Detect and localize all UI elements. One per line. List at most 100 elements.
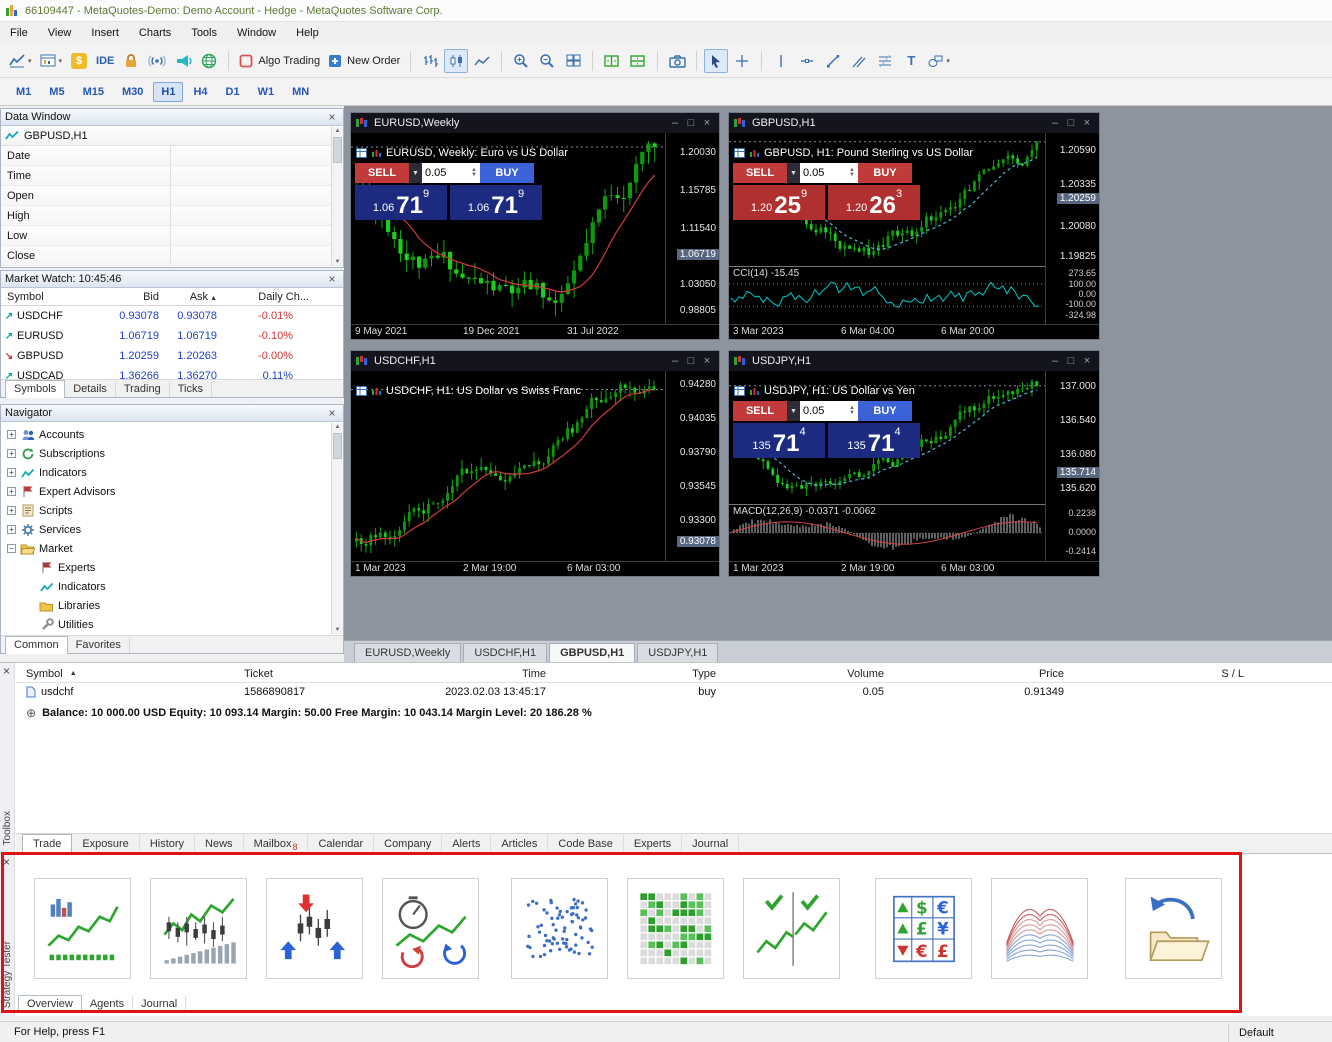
deposit-icon[interactable]: $ [67,49,91,73]
tester-tile-summary-chart[interactable] [34,878,131,979]
lot-size-input[interactable]: 0.05▲▼ [800,163,858,183]
maximize-button[interactable]: □ [683,117,699,129]
navigator-item-scripts[interactable]: + Scripts [1,501,343,520]
chart-tab-eurusd[interactable]: EURUSD,Weekly [354,643,461,662]
expand-icon[interactable]: + [7,468,16,477]
bid-price-display[interactable]: 1.06719 [355,185,447,220]
data-window-header[interactable]: Data Window × [1,109,343,126]
tf-h1[interactable]: H1 [153,82,183,102]
tab-overview[interactable]: Overview [18,995,82,1013]
tab-agents[interactable]: Agents [82,996,133,1012]
trendline-icon[interactable] [821,49,845,73]
tester-tile-speed-test[interactable] [382,878,479,979]
close-icon[interactable]: × [325,110,339,124]
tester-tile-open-report[interactable] [1125,878,1222,979]
open-position-row[interactable]: usdchf 1586890817 2023.02.03 13:45:17 bu… [16,683,1332,701]
chart-window-titlebar[interactable]: USDCHF,H1 – □ × [351,351,719,371]
menu-charts[interactable]: Charts [129,24,181,42]
tf-m1[interactable]: M1 [8,82,39,102]
scrollbar[interactable]: ▲▼ [331,423,343,634]
chart-window-usdchf[interactable]: USDCHF,H1 – □ × USDCHF, H1: US Dollar vs… [350,350,720,577]
order-dropdown-icon[interactable]: ▼ [787,163,800,183]
tf-d1[interactable]: D1 [218,82,248,102]
close-icon[interactable]: × [325,272,339,286]
close-icon[interactable]: × [325,406,339,420]
navigator-item-expert-advisors[interactable]: + Expert Advisors [1,482,343,501]
chart-window-titlebar[interactable]: EURUSD,Weekly – □ × [351,113,719,133]
market-watch-columns[interactable]: Symbol Bid Ask▲ Daily Ch... [1,288,343,306]
tab-trading[interactable]: Trading [116,381,170,397]
tab-news[interactable]: News [195,835,244,853]
ide-button[interactable]: IDE [93,49,117,73]
minimize-button[interactable]: – [667,117,683,129]
tester-tile-currency-matrix[interactable]: $€£¥€£ [875,878,972,979]
scrollbar[interactable]: ▲▼ [331,127,343,266]
bid-price-display[interactable]: 135714 [733,423,825,458]
fibonacci-icon[interactable] [873,49,897,73]
chart-tab-gbpusd[interactable]: GBPUSD,H1 [549,643,635,662]
expand-icon[interactable]: + [7,525,16,534]
profile-selector[interactable]: Default [1228,1024,1332,1042]
navigator-item-services[interactable]: + Services [1,520,343,539]
zoom-out-icon[interactable] [535,49,559,73]
candle-style-icon[interactable] [444,49,468,73]
navigator-header[interactable]: Navigator × [1,405,343,422]
buy-button[interactable]: BUY [858,163,912,183]
signal-icon[interactable] [145,49,169,73]
menu-tools[interactable]: Tools [181,24,227,42]
window-titlebar[interactable]: 66109447 - MetaQuotes-Demo: Demo Account… [0,0,1332,22]
tf-mn[interactable]: MN [284,82,317,102]
expand-icon[interactable]: + [7,449,16,458]
menu-view[interactable]: View [38,24,82,42]
maximize-button[interactable]: □ [683,355,699,367]
buy-button[interactable]: BUY [480,163,534,183]
tester-tile-surface-3d[interactable] [991,878,1088,979]
expand-circle-icon[interactable]: ⊕ [26,706,36,720]
lot-size-input[interactable]: 0.05▲▼ [800,401,858,421]
menu-window[interactable]: Window [227,24,286,42]
tester-tile-scatter-plot[interactable] [511,878,608,979]
menu-help[interactable]: Help [286,24,329,42]
arrange-horizontal-icon[interactable] [600,49,624,73]
tester-tile-trade-arrows[interactable] [266,878,363,979]
lot-size-input[interactable]: 0.05▲▼ [422,163,480,183]
navigator-item-experts[interactable]: Experts [1,558,343,577]
sell-button[interactable]: SELL [733,163,787,183]
lock-icon[interactable] [119,49,143,73]
tab-favorites[interactable]: Favorites [68,637,130,653]
tab-mailbox[interactable]: Mailbox8 [244,835,309,853]
chart-window-eurusd[interactable]: EURUSD,Weekly – □ × EURUSD, Weekly: Euro… [350,112,720,340]
channel-icon[interactable] [847,49,871,73]
menu-insert[interactable]: Insert [81,24,129,42]
ask-price-display[interactable]: 1.20263 [828,185,920,220]
tab-journal[interactable]: Journal [682,835,739,853]
shapes-icon[interactable]: ▾ [925,49,953,73]
tab-codebase[interactable]: Code Base [548,835,623,853]
minimize-button[interactable]: – [1047,355,1063,367]
expand-icon[interactable]: + [7,487,16,496]
maximize-button[interactable]: □ [1063,117,1079,129]
text-tool-icon[interactable]: T [899,49,923,73]
data-window-symbol-row[interactable]: GBPUSD,H1 [1,126,343,146]
zoom-in-icon[interactable] [509,49,533,73]
chart-plot[interactable]: USDCHF, H1: US Dollar vs Swiss Franc [351,371,666,561]
profile-window-icon[interactable]: ▾ [37,49,66,73]
tile-windows-icon[interactable] [561,49,585,73]
bar-style-icon[interactable] [418,49,442,73]
navigator-item-accounts[interactable]: + Accounts [1,425,343,444]
chart-style-icon[interactable]: ▾ [6,49,35,73]
minimize-button[interactable]: – [1047,117,1063,129]
chart-plot[interactable]: MACD(12,26,9) -0.0371 -0.0062 USDJPY, H1… [729,371,1046,561]
crosshair-icon[interactable] [730,49,754,73]
tab-articles[interactable]: Articles [491,835,548,853]
horizontal-line-icon[interactable] [795,49,819,73]
navigator-item-indicators[interactable]: + Indicators [1,463,343,482]
close-button[interactable]: × [1079,355,1095,367]
buy-button[interactable]: BUY [858,401,912,421]
expand-icon[interactable]: + [7,506,16,515]
tester-tile-optimization-grid[interactable] [627,878,724,979]
market-watch-header[interactable]: Market Watch: 10:45:46 × [1,271,343,288]
snapshot-icon[interactable] [665,49,689,73]
tab-ticks[interactable]: Ticks [170,381,212,397]
close-button[interactable]: × [1079,117,1095,129]
